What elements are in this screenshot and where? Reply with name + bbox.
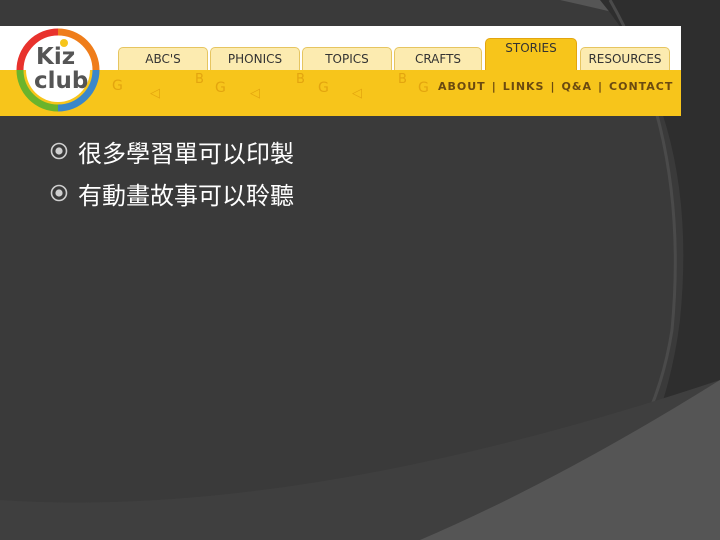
subnav-separator: | [491, 80, 497, 93]
subnav: ABOUT | LINKS | Q&A | CONTACT [438, 80, 673, 93]
pattern-letter: G [418, 80, 429, 96]
tab-resources[interactable]: RESOURCES [580, 47, 670, 70]
pattern-letter: B [195, 72, 204, 87]
tab-phonics[interactable]: PHONICS [210, 47, 300, 70]
subnav-separator: | [550, 80, 556, 93]
pattern-letter: G [112, 78, 123, 94]
tab-abcs[interactable]: ABC'S [118, 47, 208, 70]
logo-text-top: Kiz [36, 44, 76, 70]
subnav-qa[interactable]: Q&A [562, 80, 592, 93]
pattern-letter: ◁ [352, 86, 362, 101]
bullet-text: 有動畫故事可以聆聽 [78, 181, 294, 210]
tab-stories[interactable]: STORIES [485, 38, 577, 70]
bullet-item: 有動畫故事可以聆聽 [50, 172, 294, 214]
circle-target-icon [50, 184, 68, 202]
subnav-contact[interactable]: CONTACT [609, 80, 673, 93]
tab-topics[interactable]: TOPICS [302, 47, 392, 70]
subnav-about[interactable]: ABOUT [438, 80, 486, 93]
bullet-item: 很多學習單可以印製 [50, 130, 294, 172]
pattern-letter: B [398, 72, 407, 87]
circle-target-icon [50, 142, 68, 160]
bullet-list: 很多學習單可以印製 有動畫故事可以聆聽 [50, 130, 294, 214]
nav-bar [0, 70, 681, 116]
subnav-separator: | [597, 80, 604, 93]
pattern-letter: G [215, 80, 226, 96]
pattern-letter: ◁ [250, 86, 260, 101]
bullet-text: 很多學習單可以印製 [78, 139, 294, 168]
subnav-links[interactable]: LINKS [503, 80, 545, 93]
pattern-letter: ◁ [150, 86, 160, 101]
kizclub-logo[interactable]: Kiz club [14, 28, 102, 112]
logo-text-bottom: club [34, 68, 89, 94]
kizclub-banner: G ◁ B G ◁ B G ◁ B G Kiz club ABC'S PHONI… [0, 26, 681, 116]
pattern-letter: B [296, 72, 305, 87]
pattern-letter: G [318, 80, 329, 96]
tab-crafts[interactable]: CRAFTS [394, 47, 482, 70]
